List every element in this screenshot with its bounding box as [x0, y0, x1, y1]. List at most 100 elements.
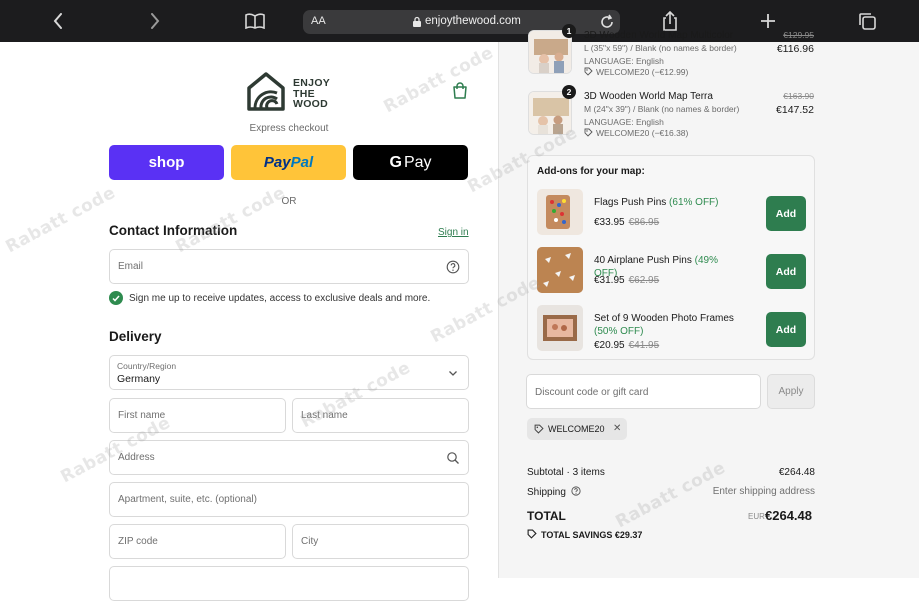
addon-name: Set of 9 Wooden Photo Frames (50% OFF): [594, 312, 744, 338]
item-title: 3D Wooden World Map Terra: [584, 91, 713, 102]
add-addon-button[interactable]: Add: [766, 312, 806, 347]
paypal-button[interactable]: Pay Pal: [231, 145, 346, 180]
brand-wordmark: ENJOY THE WOOD: [293, 78, 330, 110]
newsletter-checkbox[interactable]: [109, 291, 123, 305]
google-g-icon: G: [389, 153, 402, 171]
address-field[interactable]: Address: [109, 440, 469, 475]
apartment-field[interactable]: Apartment, suite, etc. (optional): [109, 482, 469, 517]
addon-discount: (50% OFF): [594, 326, 644, 337]
last-name-placeholder: Last name: [301, 410, 348, 421]
city-placeholder: City: [301, 536, 319, 547]
shop-pay-button[interactable]: shop: [109, 145, 224, 180]
brand-line-3: WOOD: [293, 98, 329, 110]
item-price: €147.52: [776, 104, 814, 116]
addon-price-current: €20.95: [594, 340, 625, 351]
forward-icon[interactable]: [143, 9, 167, 33]
sign-in-link[interactable]: Sign in: [438, 227, 469, 238]
item-price: €116.96: [776, 43, 814, 55]
addon-price-was: €86.95: [628, 217, 660, 228]
applied-discount-chip: WELCOME20 ✕: [527, 418, 627, 440]
zip-code-field[interactable]: ZIP code: [109, 524, 286, 559]
addon-discount: (61% OFF): [669, 197, 719, 208]
item-discount: WELCOME20 (−€12.99): [584, 67, 688, 77]
remove-discount-icon[interactable]: ✕: [613, 423, 621, 434]
shipping-value: Enter shipping address: [712, 486, 815, 497]
text-size-button[interactable]: AA: [311, 15, 326, 27]
google-pay-label: Pay: [403, 153, 432, 171]
apply-discount-button[interactable]: Apply: [767, 374, 815, 409]
discount-placeholder: Discount code or gift card: [535, 387, 649, 398]
bookmarks-icon[interactable]: [243, 9, 267, 33]
next-field[interactable]: [109, 566, 469, 601]
shopping-bag-icon[interactable]: [452, 82, 468, 99]
country-select[interactable]: Country/Region Germany: [109, 355, 469, 390]
item-title: 3D Wooden World Map Multicolor: [584, 30, 734, 41]
chevron-down-icon: [449, 371, 457, 376]
subtotal-row: Subtotal · 3 items €264.48: [527, 467, 815, 478]
quantity-badge: 2: [562, 85, 576, 99]
subtotal-label: Subtotal · 3 items: [527, 467, 605, 478]
addon-price: €31.95 €62.95: [594, 275, 659, 286]
help-circle-icon[interactable]: [446, 260, 460, 274]
last-name-field[interactable]: Last name: [292, 398, 469, 433]
discount-code-input[interactable]: Discount code or gift card: [526, 374, 761, 409]
newsletter-label: Sign me up to receive updates, access to…: [129, 293, 431, 304]
addon-item: Flags Push Pins (61% OFF) €33.95 €86.95 A…: [537, 189, 809, 237]
addons-title: Add-ons for your map:: [537, 166, 645, 177]
help-circle-icon[interactable]: [571, 486, 581, 496]
paypal-label-part2: Pal: [290, 154, 314, 171]
applied-code-text: WELCOME20: [548, 424, 605, 434]
add-addon-button[interactable]: Add: [766, 196, 806, 231]
addon-price: €33.95 €86.95: [594, 217, 659, 228]
addon-thumbnail: [537, 247, 583, 293]
addon-thumbnail: [537, 305, 583, 351]
delivery-heading: Delivery: [109, 329, 162, 344]
lock-icon: [413, 16, 421, 27]
shipping-label: Shipping: [527, 487, 566, 498]
city-field[interactable]: City: [292, 524, 469, 559]
item-variant: L (35"x 59") / Blank (no names & border): [584, 43, 737, 53]
item-discount-text: WELCOME20 (−€12.99): [596, 67, 689, 77]
address-placeholder: Address: [118, 452, 155, 463]
addon-name-text: 40 Airplane Push Pins: [594, 255, 692, 266]
addon-price: €20.95 €41.95: [594, 340, 659, 351]
addons-box: Add-ons for your map: Flags Push Pins (6…: [527, 155, 815, 360]
item-variant: M (24"x 39") / Blank (no names & border): [584, 104, 740, 114]
tag-icon: [527, 529, 537, 539]
email-field[interactable]: Email: [109, 249, 469, 284]
item-language: LANGUAGE: English: [584, 117, 664, 127]
back-icon[interactable]: [46, 9, 70, 33]
item-discount-text: WELCOME20 (−€16.38): [596, 128, 689, 138]
country-label: Country/Region: [117, 361, 177, 371]
first-name-field[interactable]: First name: [109, 398, 286, 433]
addon-price-was: €41.95: [628, 340, 660, 351]
addon-item: Set of 9 Wooden Photo Frames (50% OFF) €…: [537, 305, 809, 353]
total-savings: TOTAL SAVINGS €29.37: [527, 529, 642, 540]
total-value: €264.48: [765, 508, 812, 523]
addon-thumbnail: [537, 189, 583, 235]
house-logo-icon: [247, 72, 285, 111]
add-addon-button[interactable]: Add: [766, 254, 806, 289]
addon-price-current: €33.95: [594, 217, 625, 228]
shop-pay-label: shop: [148, 154, 185, 171]
item-original-price: €129.95: [783, 30, 814, 40]
cart-item: 1 3D Wooden World Map Multicolor L (35"x…: [528, 24, 816, 80]
search-icon: [447, 452, 459, 464]
tabs-icon[interactable]: [855, 9, 879, 33]
item-language: LANGUAGE: English: [584, 56, 664, 66]
email-placeholder: Email: [118, 261, 144, 272]
subtotal-value: €264.48: [778, 467, 815, 478]
reload-icon[interactable]: [599, 14, 615, 30]
zip-code-placeholder: ZIP code: [118, 536, 158, 547]
contact-heading: Contact Information: [109, 223, 238, 238]
url-text: enjoythewood.com: [425, 15, 521, 27]
addon-price-was: €62.95: [628, 275, 660, 286]
brand-logo[interactable]: ENJOY THE WOOD: [246, 71, 336, 113]
country-value: Germany: [117, 373, 161, 385]
google-pay-button[interactable]: G Pay: [353, 145, 468, 180]
addon-item: 40 Airplane Push Pins (49% OFF) €31.95 €6…: [537, 247, 809, 295]
total-label: TOTAL: [527, 509, 566, 523]
addon-name-text: Set of 9 Wooden Photo Frames: [594, 313, 734, 324]
paypal-label-part1: Pay: [263, 154, 291, 171]
total-currency: EUR: [748, 512, 765, 521]
